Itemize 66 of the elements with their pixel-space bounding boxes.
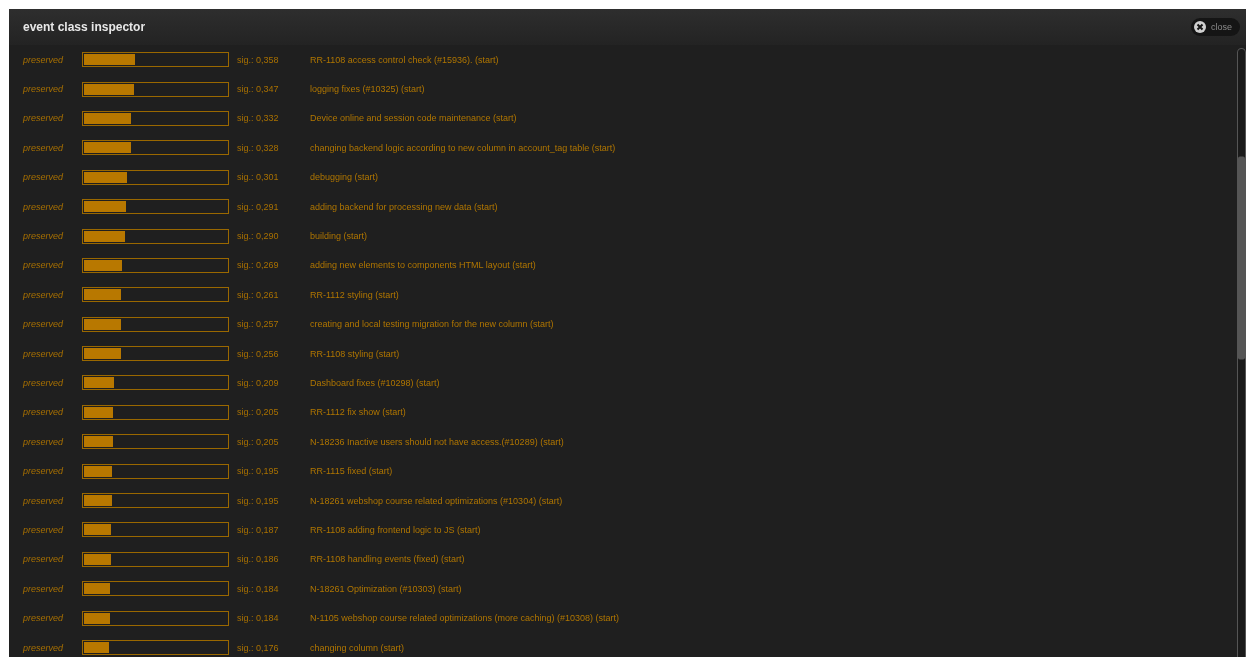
significance-value: sig.: 0,358 [237, 54, 280, 65]
status-label: preserved [23, 642, 65, 653]
significance-value: sig.: 0,195 [237, 466, 280, 477]
status-label: preserved [23, 466, 65, 477]
significance-value: sig.: 0,291 [237, 201, 280, 212]
status-label: preserved [23, 289, 65, 300]
significance-value: sig.: 0,301 [237, 172, 280, 183]
event-description: N-18261 webshop course related optimizations (#10304) (start) [310, 495, 563, 506]
status-label: preserved [23, 407, 65, 418]
significance-value: sig.: 0,257 [237, 319, 280, 330]
event-description: logging fixes (#10325) (start) [310, 84, 425, 95]
significance-value: sig.: 0,176 [237, 642, 280, 653]
event-description: debugging (start) [310, 172, 379, 183]
status-label: preserved [23, 142, 65, 153]
status-label: preserved [23, 84, 65, 95]
event-description: RR-1108 access control check (#15936). (start) [310, 54, 499, 65]
event-description: adding new elements to components HTML layout (start) [310, 260, 536, 271]
significance-value: sig.: 0,184 [237, 613, 280, 624]
event-description: Dashboard fixes (#10298) (start) [310, 378, 440, 388]
close-button[interactable]: close [1191, 18, 1240, 36]
significance-value: sig.: 0,195 [237, 495, 280, 506]
significance-value: sig.: 0,184 [237, 583, 280, 594]
status-label: preserved [23, 613, 65, 624]
event-description: RR-1112 styling (start) [310, 289, 399, 300]
event-description: changing column (start) [310, 642, 405, 653]
significance-value: sig.: 0,205 [237, 436, 280, 447]
significance-value: sig.: 0,187 [237, 524, 280, 535]
window-title: event class inspector [23, 20, 146, 34]
status-label: preserved [23, 378, 65, 388]
event-description: RR-1112 fix show (start) [310, 407, 406, 418]
status-label: preserved [23, 348, 65, 359]
significance-value: sig.: 0,256 [237, 348, 280, 359]
status-label: preserved [23, 495, 65, 506]
significance-value: sig.: 0,332 [237, 113, 280, 124]
significance-value: sig.: 0,186 [237, 554, 280, 565]
event-description: N-18236 Inactive users should not have access.(#10289) (start) [310, 436, 564, 447]
status-label: preserved [23, 583, 65, 594]
status-label: preserved [23, 201, 65, 212]
significance-value: sig.: 0,209 [237, 378, 280, 388]
significance-value: sig.: 0,261 [237, 289, 280, 300]
event-description: N-18261 Optimization (#10303) (start) [310, 583, 462, 594]
event-description: building (start) [310, 231, 368, 242]
status-label: preserved [23, 113, 65, 124]
status-label: preserved [23, 554, 65, 565]
status-label: preserved [23, 172, 65, 183]
significance-value: sig.: 0,347 [237, 84, 280, 95]
significance-value: sig.: 0,269 [237, 260, 280, 271]
significance-value: sig.: 0,205 [237, 407, 280, 418]
close-icon [1194, 21, 1206, 33]
status-label: preserved [23, 319, 65, 330]
event-description: RR-1108 handling events (fixed) (start) [310, 554, 465, 565]
status-label: preserved [23, 231, 65, 242]
significance-value: sig.: 0,328 [237, 142, 280, 153]
significance-value: sig.: 0,290 [237, 231, 280, 242]
status-label: preserved [23, 54, 65, 65]
event-description: adding backend for processing new data (start) [310, 201, 498, 212]
event-description: RR-1108 adding frontend logic to JS (start) [310, 524, 481, 535]
status-label: preserved [23, 524, 65, 535]
status-label: preserved [23, 436, 65, 447]
status-label: preserved [23, 260, 65, 271]
event-description: N-1105 webshop course related optimizations (more caching) (#10308) (start) [310, 613, 619, 624]
event-description: RR-1115 fixed (start) [310, 466, 393, 477]
event-description: Device online and session code maintenance (start) [310, 113, 517, 124]
event-description: changing backend logic according to new column in account_tag table (start) [310, 142, 616, 153]
event-description: RR-1108 styling (start) [310, 348, 400, 359]
event-description: creating and local testing migration for the new column (start) [310, 319, 554, 330]
